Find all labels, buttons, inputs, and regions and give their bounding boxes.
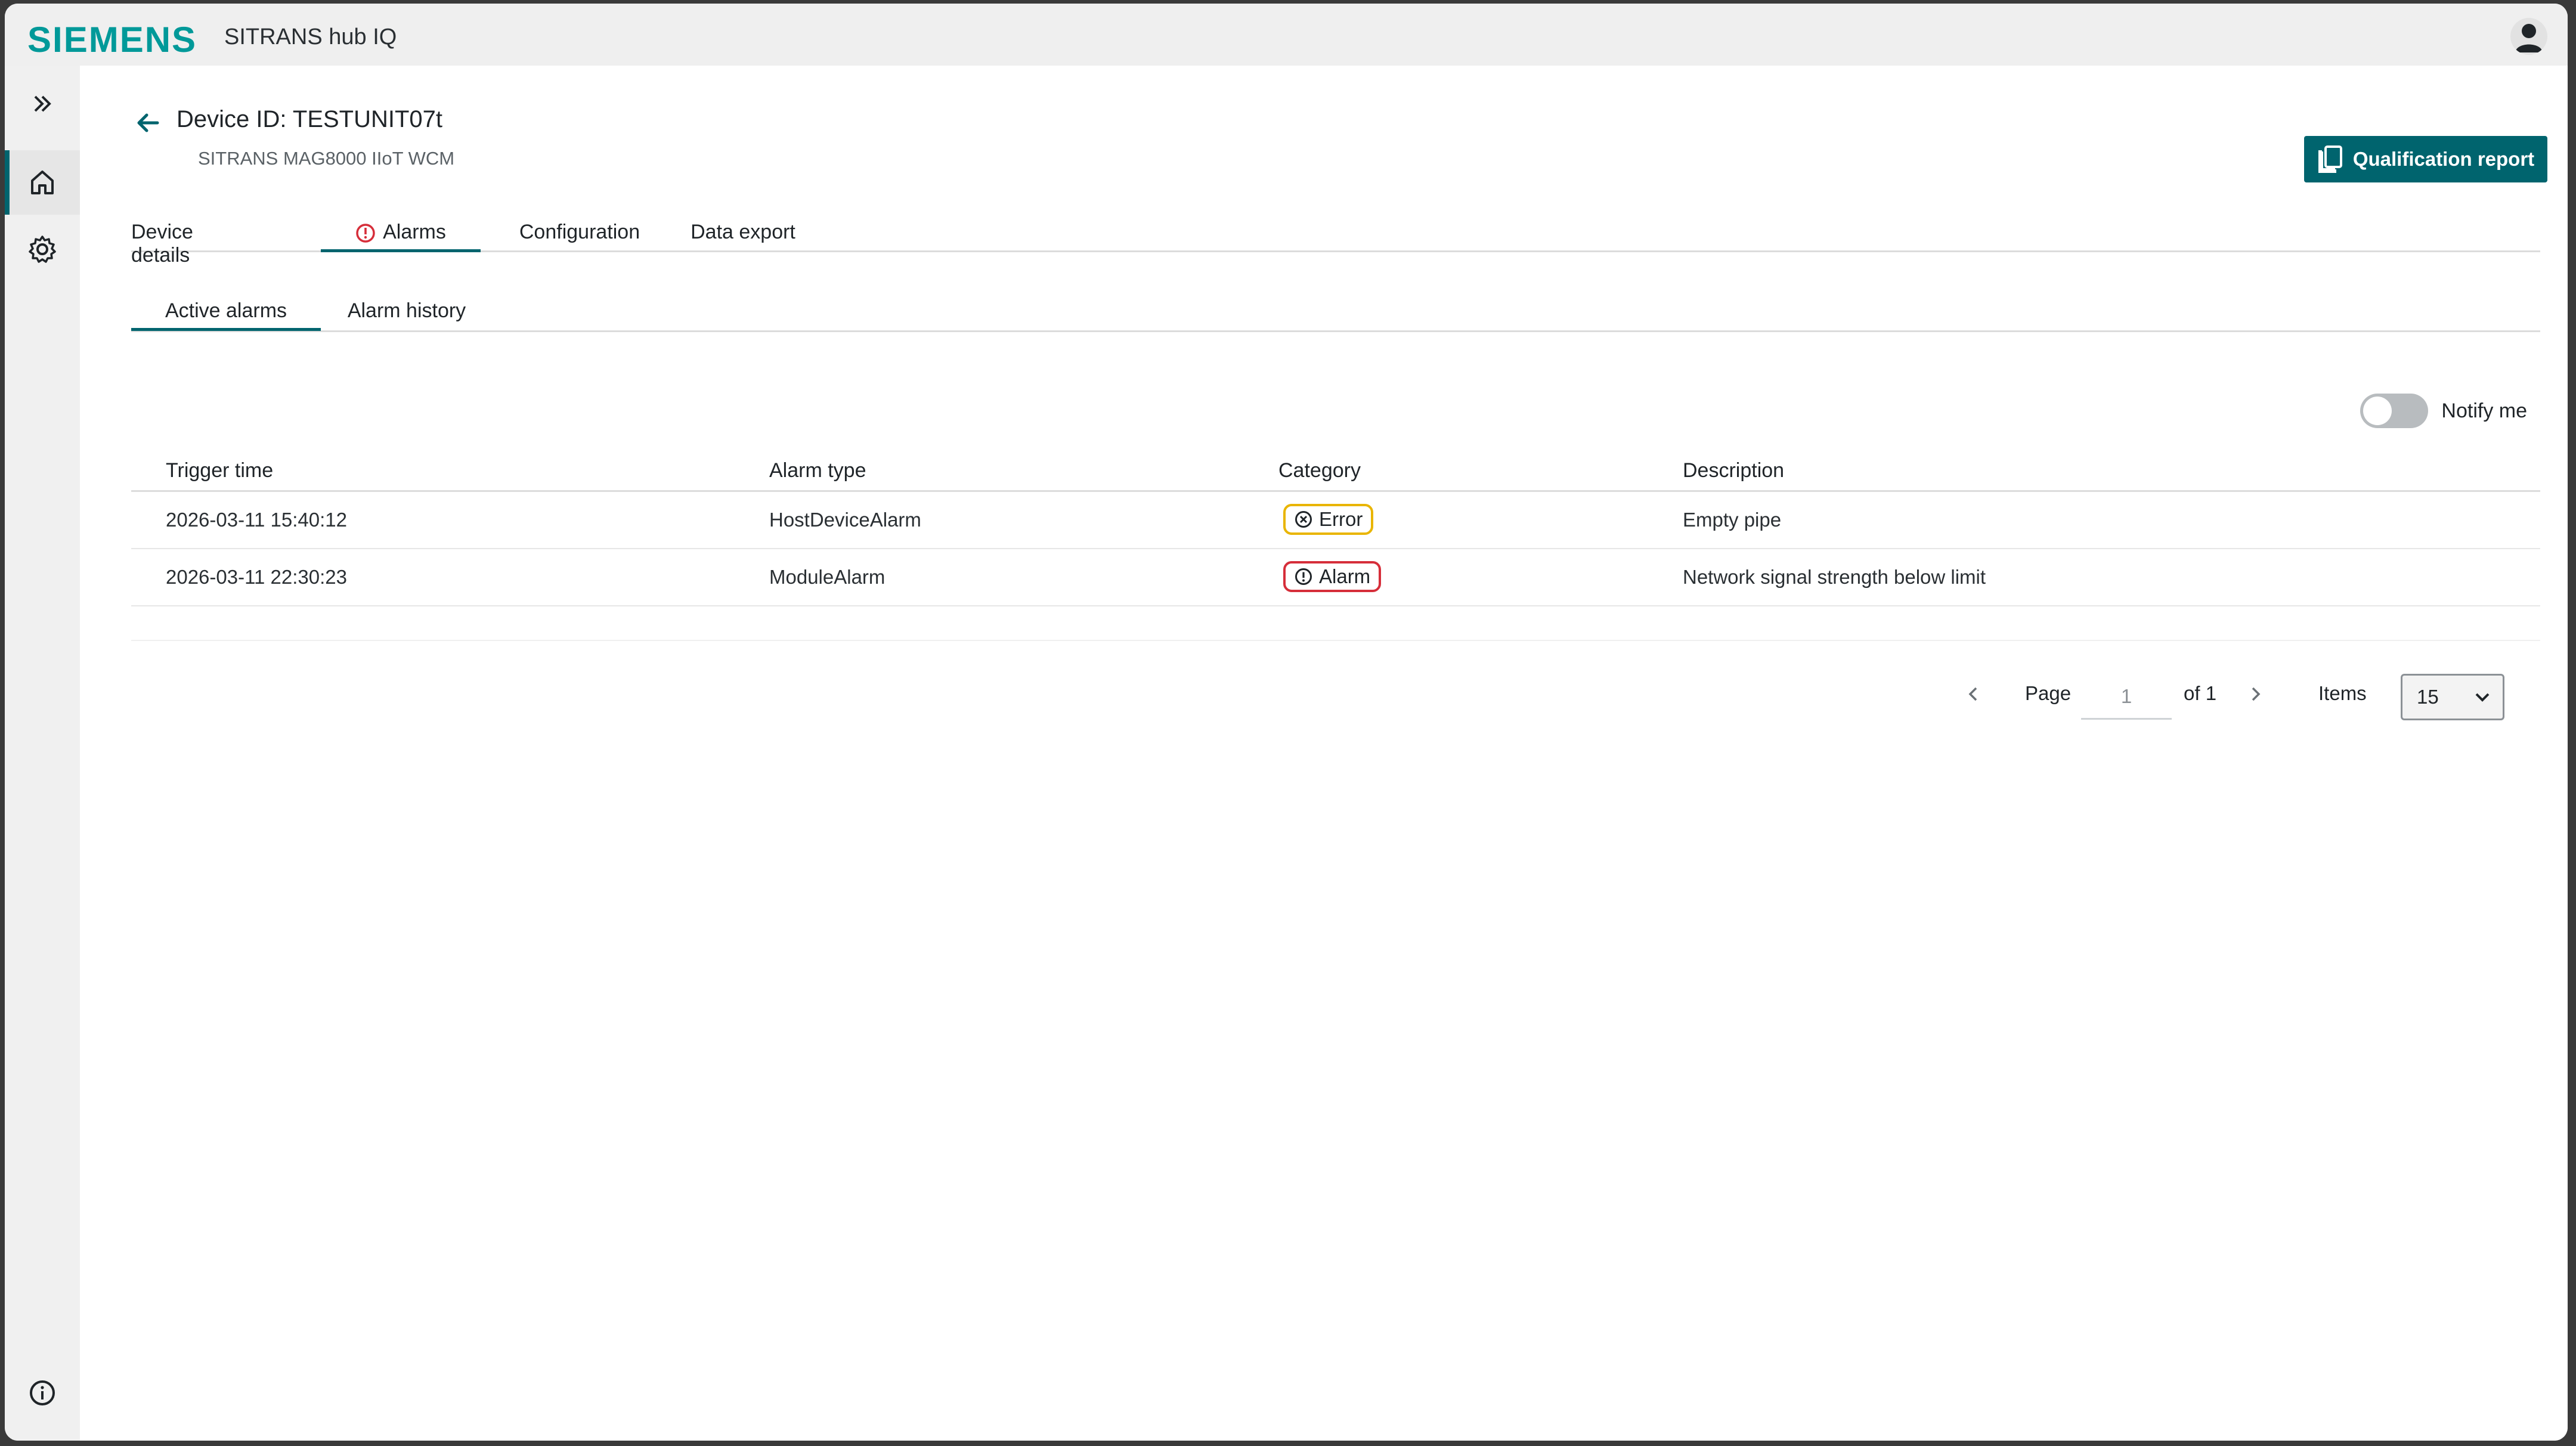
sidebar [5,66,80,1441]
items-per-page-value: 15 [2417,686,2439,708]
sidebar-item-home[interactable] [5,150,80,215]
sidebar-item-info[interactable] [5,1361,80,1425]
top-bar: SIEMENS SITRANS hub IQ [5,4,2568,66]
tab-alarm-history[interactable]: Alarm history [345,299,469,329]
qualification-report-label: Qualification report [2352,148,2535,170]
category-label: Error [1319,508,1363,530]
page-count-label: of 1 [2184,682,2217,704]
table-row[interactable]: 2026-03-11 15:40:12 HostDeviceAlarm Erro… [131,492,2540,549]
chevron-right-icon [2252,687,2261,701]
qualification-report-button[interactable]: Qualification report [2304,136,2547,182]
tab-active-alarms[interactable]: Active alarms [131,299,321,331]
siemens-logo: SIEMENS [27,20,197,60]
table-row[interactable]: 2026-03-11 22:30:23 ModuleAlarm Alarm Ne… [131,549,2540,606]
tab-configuration[interactable]: Configuration [514,221,645,250]
previous-page-button[interactable] [1964,685,1983,708]
info-icon [30,1380,55,1405]
category-badge-alarm: Alarm [1283,561,1382,592]
alarm-subtabs: Active alarms Alarm history [131,299,2540,332]
sidebar-item-settings[interactable] [5,217,80,281]
cell-trigger-time: 2026-03-11 22:30:23 [166,566,347,588]
tab-label: Data export [691,221,795,243]
chevron-left-icon [1968,687,1977,701]
column-header-description[interactable]: Description [1683,459,1784,482]
tab-device-details[interactable]: Device details [131,221,254,267]
table-header: Trigger time Alarm type Category Descrip… [131,433,2540,492]
items-per-page-select[interactable]: 15 [2401,674,2504,720]
alarms-table: Trigger time Alarm type Category Descrip… [131,433,2540,641]
app-window: SIEMENS SITRANS hub IQ Device ID: TESTUN… [5,4,2568,1441]
cell-alarm-type: ModuleAlarm [769,566,886,588]
column-header-trigger-time[interactable]: Trigger time [166,459,273,482]
column-header-alarm-type[interactable]: Alarm type [769,459,866,482]
table-footer-spacer [131,606,2540,641]
tab-label: Device details [131,221,193,267]
home-icon [31,171,54,194]
subtab-label: Active alarms [165,299,287,322]
gear-icon [29,236,56,263]
cell-trigger-time: 2026-03-11 15:40:12 [166,509,347,531]
column-header-category[interactable]: Category [1278,459,1361,482]
page-number-input[interactable]: 1 [2081,675,2172,720]
device-subtitle: SITRANS MAG8000 IIoT WCM [198,148,455,169]
cell-description: Network signal strength below limit [1683,566,1986,588]
tab-data-export[interactable]: Data export [677,221,809,250]
notify-me-control: Notify me [2360,394,2527,428]
alarm-exclamation-icon [1295,568,1312,585]
user-avatar-icon[interactable] [2510,18,2547,55]
error-circle-x-icon [1295,511,1312,528]
back-button[interactable] [134,109,162,137]
subtab-label: Alarm history [347,299,466,322]
notify-me-toggle[interactable] [2360,394,2429,428]
tab-alarms[interactable]: Alarms [321,221,481,252]
items-label: Items [2318,682,2367,704]
device-tabs: Device details Alarms Configuration Data… [131,221,2540,267]
alarm-warning-icon [356,224,375,243]
main-content: Device ID: TESTUNIT07t SITRANS MAG8000 I… [80,66,2568,1441]
document-copy-icon [2318,145,2342,173]
category-badge-error: Error [1283,504,1374,535]
next-page-button[interactable] [2246,685,2265,708]
cell-alarm-type: HostDeviceAlarm [769,509,921,531]
category-label: Alarm [1319,565,1371,587]
tab-label: Alarms [383,221,446,243]
page-title: Device ID: TESTUNIT07t [177,106,443,132]
chevron-down-icon [2475,693,2490,702]
app-title: SITRANS hub IQ [224,24,397,49]
tab-label: Configuration [519,221,640,243]
pagination: Page 1 of 1 Items 15 [80,674,2568,722]
cell-description: Empty pipe [1683,509,1782,531]
page-label: Page [2025,682,2072,704]
double-chevron-right-icon [34,95,51,112]
sidebar-expand-button[interactable] [5,72,80,136]
notify-me-label: Notify me [2441,399,2527,422]
arrow-left-icon [137,113,159,132]
